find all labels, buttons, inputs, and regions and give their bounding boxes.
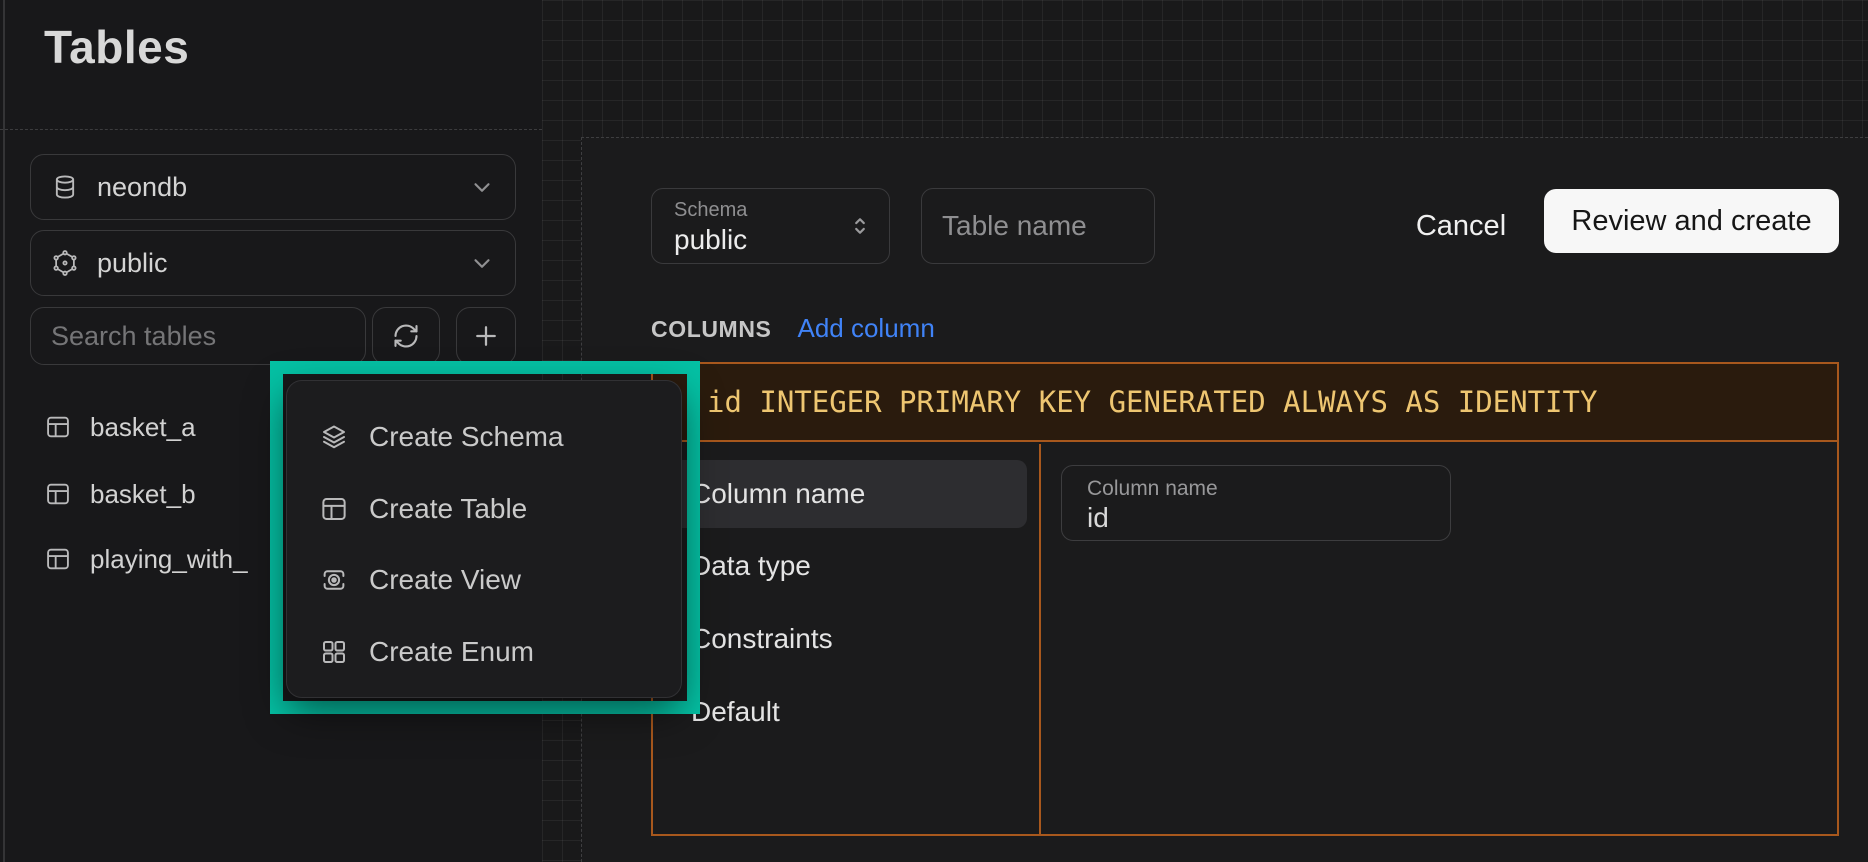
schema-select-value: public xyxy=(97,248,168,279)
nav-item-label: Default xyxy=(691,696,780,728)
table-name-input[interactable] xyxy=(942,210,1134,242)
database-select-value: neondb xyxy=(97,172,187,203)
grid-squares-icon xyxy=(319,637,349,667)
nav-item-constraints[interactable]: Constraints xyxy=(665,605,1027,673)
nav-item-label: Column name xyxy=(691,478,865,510)
schema-dropdown[interactable]: Schema public xyxy=(651,188,890,264)
table-icon xyxy=(44,413,72,441)
nav-item-label: Data type xyxy=(691,550,811,582)
table-name-label: basket_b xyxy=(90,479,196,510)
review-and-create-button[interactable]: Review and create xyxy=(1544,189,1839,253)
refresh-icon xyxy=(392,322,420,350)
menu-item-create-view[interactable]: Create View xyxy=(287,544,681,616)
table-name-field xyxy=(921,188,1155,264)
search-tables-field xyxy=(30,307,366,365)
sidebar-divider xyxy=(0,129,542,130)
column-sql-row[interactable]: id INTEGER PRIMARY KEY GENERATED ALWAYS … xyxy=(653,364,1837,442)
plus-icon xyxy=(471,321,501,351)
chevron-up-down-icon xyxy=(847,213,873,239)
menu-item-label: Create View xyxy=(369,564,521,596)
nav-item-column-name[interactable]: Column name xyxy=(665,460,1027,528)
schema-select[interactable]: public xyxy=(30,230,516,296)
page-title: Tables xyxy=(44,20,189,74)
search-input[interactable] xyxy=(51,321,345,352)
menu-item-label: Create Enum xyxy=(369,636,534,668)
table-name-label: basket_a xyxy=(90,412,196,443)
schema-dropdown-value: public xyxy=(674,224,871,256)
column-detail-pane: Column name xyxy=(1043,444,1837,834)
columns-heading: COLUMNS xyxy=(651,316,771,343)
menu-item-create-enum[interactable]: Create Enum xyxy=(287,616,681,688)
view-eye-icon xyxy=(319,565,349,595)
chevron-down-icon xyxy=(469,174,495,200)
nav-item-label: Constraints xyxy=(691,623,833,655)
table-icon xyxy=(44,545,72,573)
columns-header: COLUMNS Add column xyxy=(651,313,935,344)
column-name-field-label: Column name xyxy=(1087,477,1450,501)
nav-item-default[interactable]: Default xyxy=(665,678,1027,746)
column-name-input[interactable] xyxy=(1087,502,1417,534)
nav-item-data-type[interactable]: Data type xyxy=(665,532,1027,600)
column-name-field: Column name xyxy=(1061,465,1451,541)
layers-icon xyxy=(319,422,349,452)
refresh-button[interactable] xyxy=(372,307,440,365)
create-table-panel: Schema public Cancel Review and create C… xyxy=(581,137,1868,862)
column-editor-panel: id INTEGER PRIMARY KEY GENERATED ALWAYS … xyxy=(651,362,1839,836)
table-icon xyxy=(44,480,72,508)
menu-item-create-schema[interactable]: Create Schema xyxy=(287,401,681,473)
schema-graph-icon xyxy=(51,249,79,277)
cancel-button[interactable]: Cancel xyxy=(1401,197,1521,255)
menu-item-label: Create Schema xyxy=(369,421,564,453)
column-sql-text: id INTEGER PRIMARY KEY GENERATED ALWAYS … xyxy=(653,385,1597,419)
menu-item-label: Create Table xyxy=(369,493,527,525)
create-menu: Create Schema Create Table Create View C… xyxy=(286,380,682,698)
column-properties-nav: Column name Data type Constraints Defaul… xyxy=(653,444,1041,834)
menu-item-create-table[interactable]: Create Table xyxy=(287,473,681,545)
add-column-link[interactable]: Add column xyxy=(797,313,934,344)
database-icon xyxy=(51,173,79,201)
add-table-button[interactable] xyxy=(456,307,516,365)
chevron-down-icon xyxy=(469,250,495,276)
table-icon xyxy=(319,494,349,524)
table-name-label: playing_with_ xyxy=(90,544,248,575)
database-select[interactable]: neondb xyxy=(30,154,516,220)
schema-dropdown-label: Schema xyxy=(674,199,871,222)
